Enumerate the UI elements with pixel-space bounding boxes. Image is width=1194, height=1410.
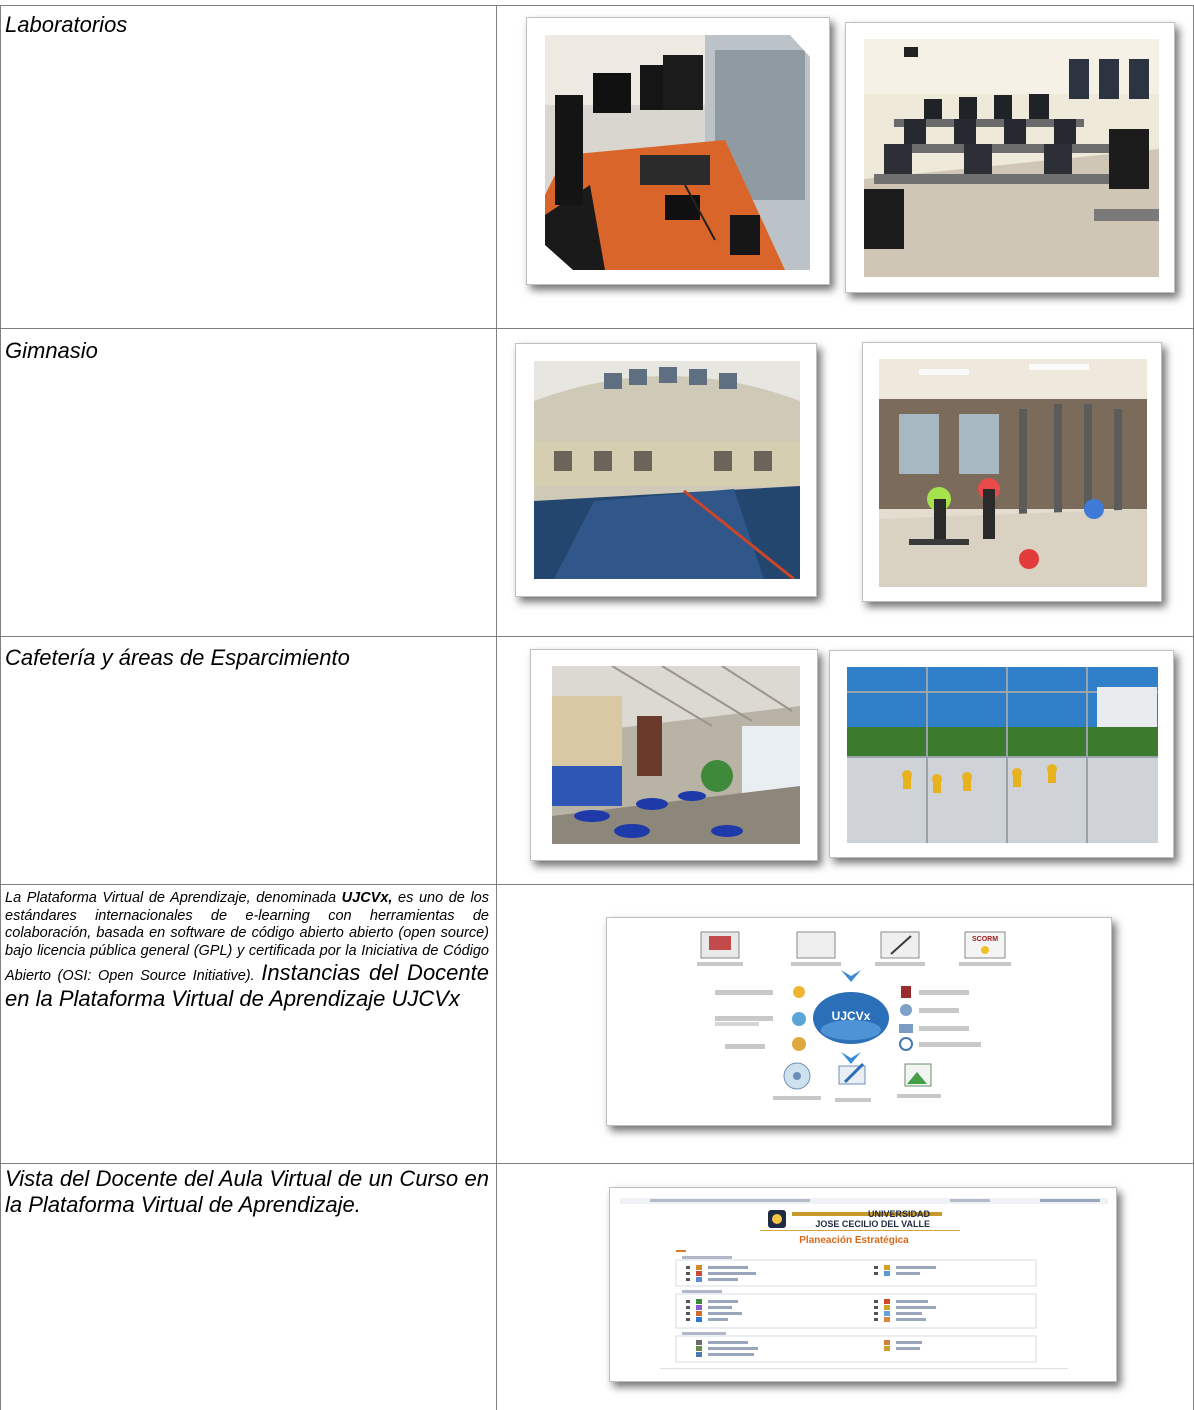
computer-lab-photo (864, 39, 1159, 277)
screenshot-brand-line2: JOSE CECILIO DEL VALLE (815, 1219, 930, 1229)
gym-equipment-photo (879, 359, 1147, 587)
table-column-divider (496, 5, 497, 1410)
diagram-frame-ujcvx: SCORM UJCVx (606, 917, 1112, 1126)
photo-frame-cafeteria (530, 649, 818, 861)
photo-frame-laboratory-desk (526, 17, 830, 285)
table-border-top (0, 5, 1194, 6)
table-row-divider-3 (0, 884, 1194, 885)
platform-description: La Plataforma Virtual de Aprendizaje, de… (5, 890, 489, 1012)
scorm-badge-label: SCORM (972, 936, 998, 943)
laboratory-desk-photo (545, 35, 810, 270)
table-row-divider-1 (0, 328, 1194, 329)
photo-frame-computer-lab (845, 22, 1175, 293)
vista-docente-text: Vista del Docente del Aula Virtual de un… (5, 1166, 489, 1217)
diagram-center-label: UJCVx (832, 1009, 871, 1023)
screenshot-brand-line1: UNIVERSIDAD (868, 1209, 931, 1219)
photo-frame-sports-field (829, 650, 1174, 858)
platform-description-part1: La Plataforma Virtual de Aprendizaje, de… (5, 890, 342, 906)
photo-frame-gym-equipment (862, 342, 1162, 602)
table-row-divider-4 (0, 1163, 1194, 1164)
platform-name-bold: UJCVx, (341, 890, 393, 906)
sports-field-photo (847, 667, 1158, 843)
cafeteria-photo (552, 666, 800, 844)
table-row-divider-2 (0, 636, 1194, 637)
photo-frame-indoor-court (515, 343, 817, 597)
row-label-gimnasio: Gimnasio (5, 338, 98, 363)
indoor-court-photo (534, 361, 800, 579)
aula-virtual-screenshot: UNIVERSIDAD JOSE CECILIO DEL VALLE Plane… (620, 1196, 1108, 1374)
screenshot-heading: Planeación Estratégica (799, 1235, 909, 1246)
row-label-laboratorios: Laboratorios (5, 12, 128, 37)
row-label-vista-docente: Vista del Docente del Aula Virtual de un… (5, 1166, 489, 1218)
screenshot-frame-aula-virtual: UNIVERSIDAD JOSE CECILIO DEL VALLE Plane… (609, 1187, 1117, 1382)
ujcvx-diagram: SCORM UJCVx (619, 926, 1101, 1118)
table-border-left (0, 5, 1, 1410)
row-label-cafeteria: Cafetería y áreas de Esparcimiento (5, 645, 350, 670)
